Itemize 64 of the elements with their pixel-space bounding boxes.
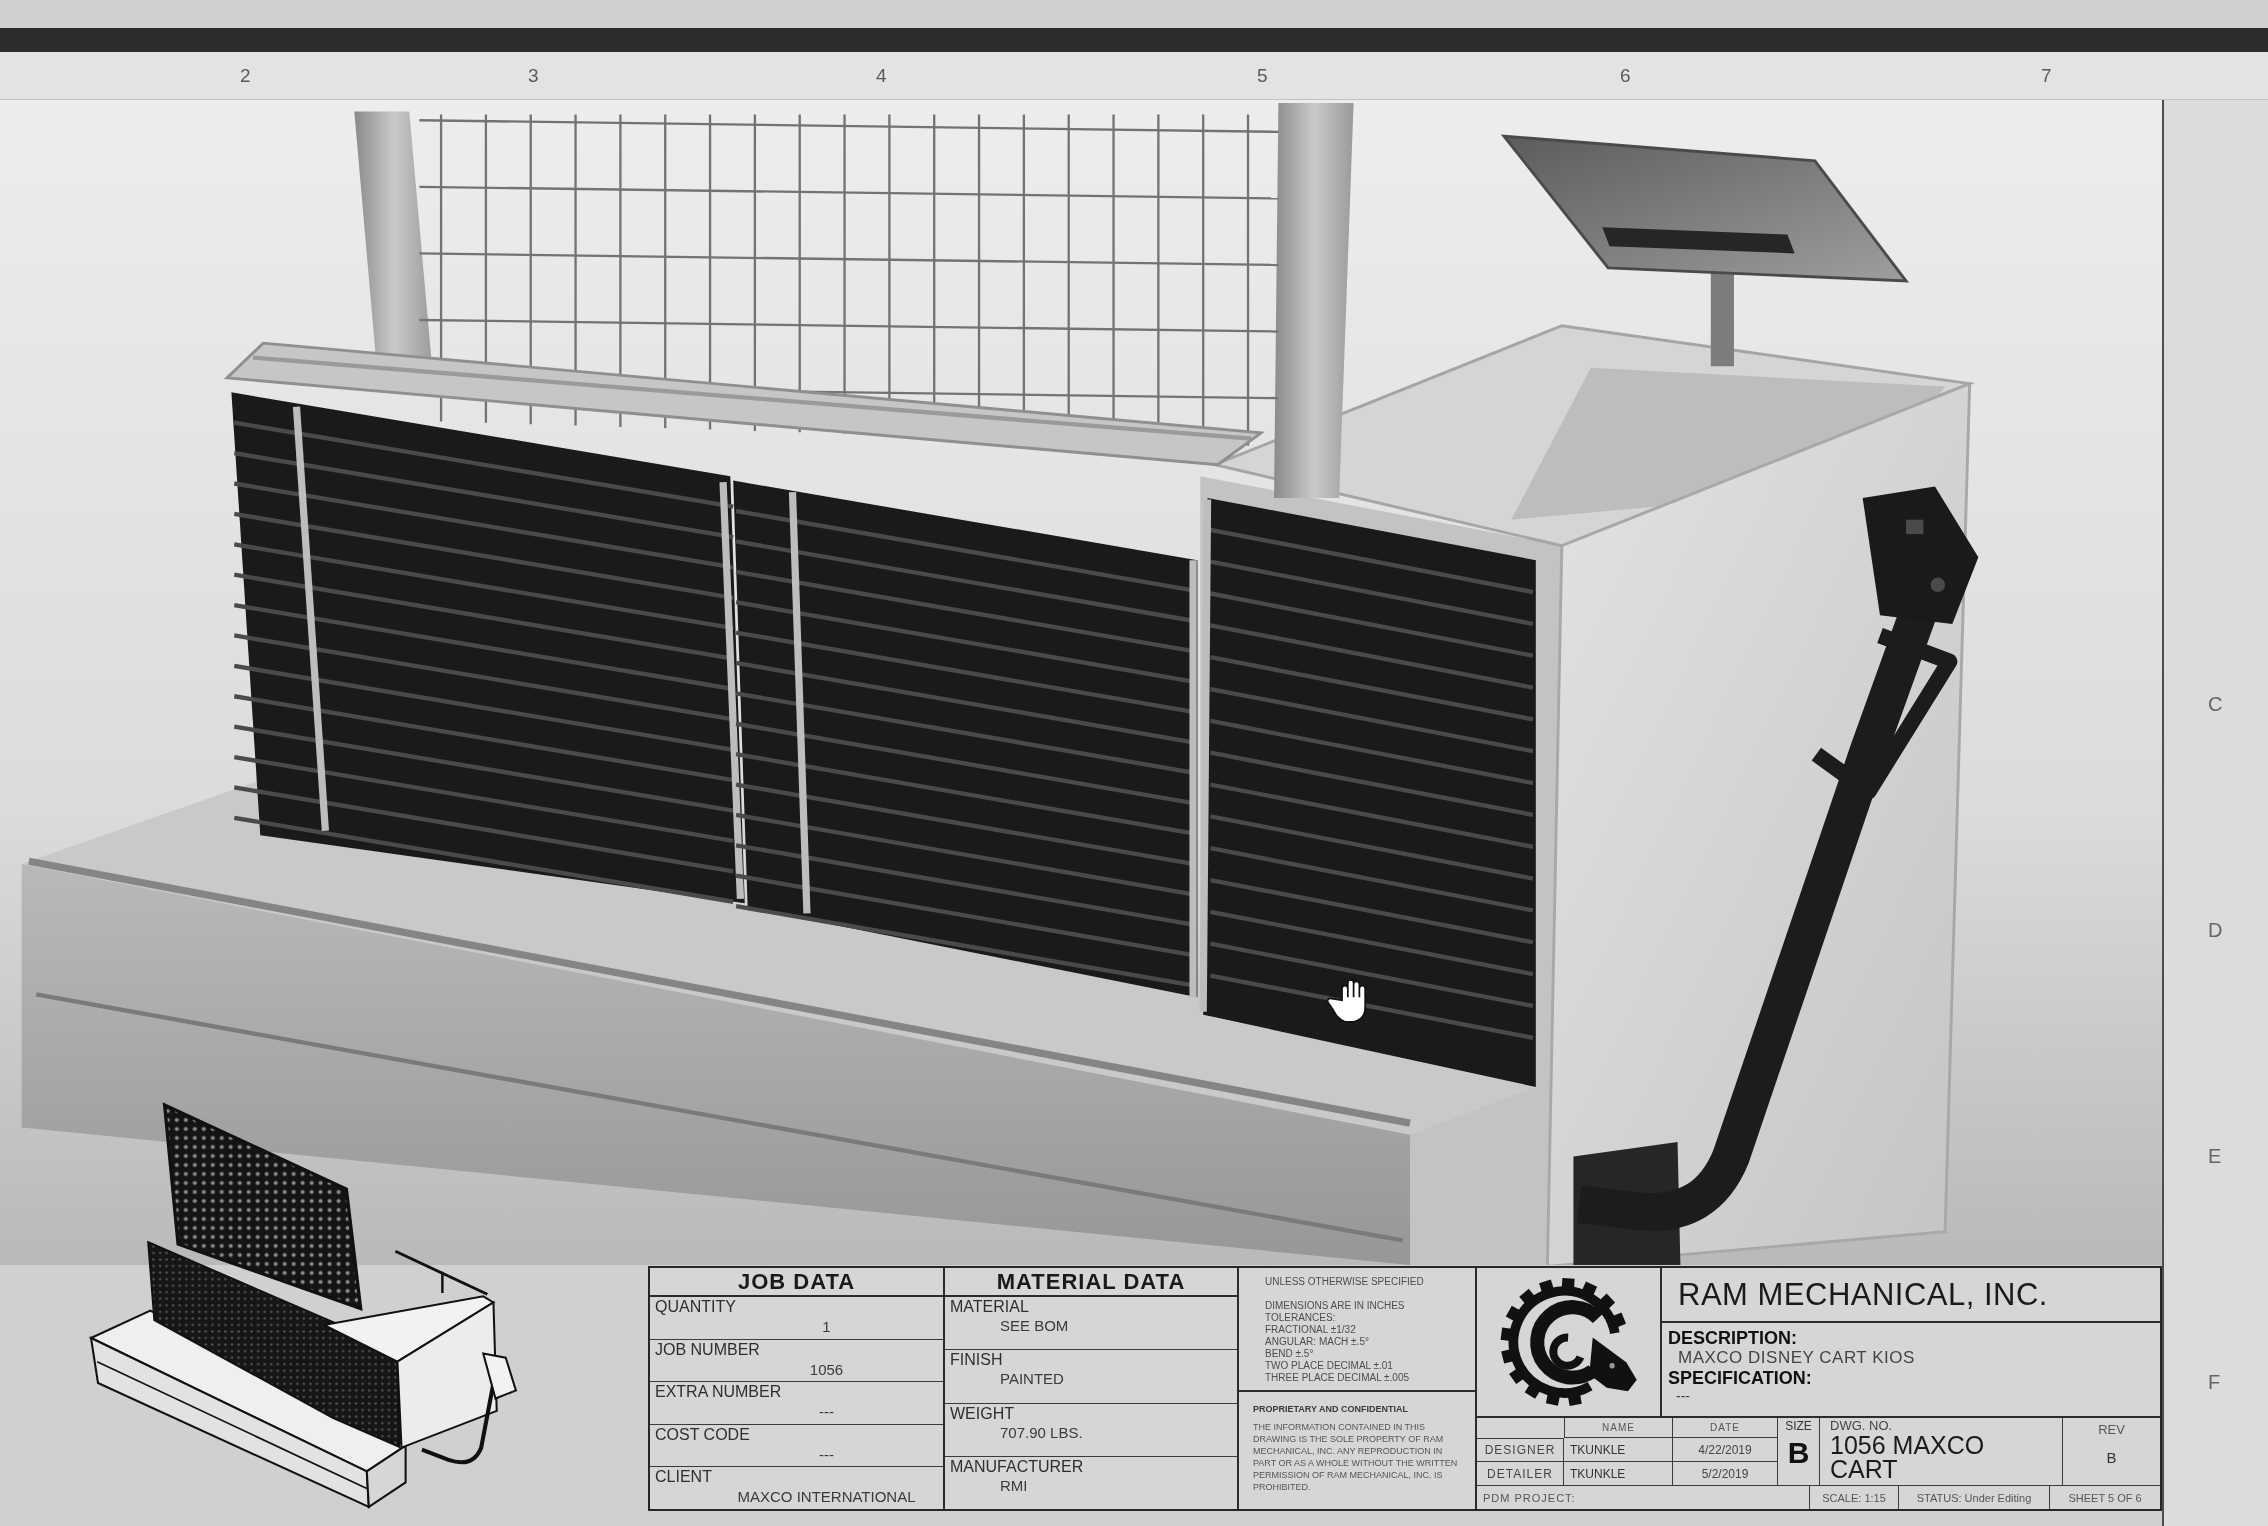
size-label: SIZE bbox=[1785, 1419, 1812, 1433]
field-value: --- bbox=[819, 1403, 834, 1421]
tolerance-line: ANGULAR: MACH ±.5° bbox=[1265, 1336, 1369, 1348]
field-label: MANUFACTURER bbox=[950, 1457, 1084, 1475]
drawing-number: 1056 MAXCO CART bbox=[1830, 1433, 1986, 1481]
zone-letter: C bbox=[2208, 692, 2223, 716]
zone-number: 3 bbox=[528, 64, 539, 87]
revision-label: REV bbox=[2098, 1422, 2125, 1437]
field-label: JOB NUMBER bbox=[655, 1340, 760, 1358]
field-value: MAXCO INTERNATIONAL bbox=[737, 1488, 916, 1506]
zone-number: 5 bbox=[1257, 64, 1268, 87]
zone-number: 2 bbox=[240, 64, 251, 87]
role-label: DETAILER bbox=[1487, 1466, 1553, 1481]
field-label: FINISH bbox=[950, 1351, 1003, 1369]
zone-letter: F bbox=[2208, 1370, 2221, 1394]
company-name: RAM MECHANICAL, INC. bbox=[1678, 1277, 2048, 1312]
tolerance-line: BEND ±.5° bbox=[1265, 1348, 1314, 1360]
section-heading: MATERIAL DATA bbox=[996, 1269, 1186, 1294]
hand-cursor-icon bbox=[1326, 979, 1367, 1023]
field-value: PAINTED bbox=[1000, 1370, 1064, 1388]
role-label: DESIGNER bbox=[1484, 1443, 1556, 1457]
tolerance-line: DIMENSIONS ARE IN INCHES bbox=[1265, 1300, 1405, 1312]
field-value: --- bbox=[819, 1445, 834, 1463]
field-label: CLIENT bbox=[655, 1468, 712, 1486]
zone-number: 7 bbox=[2041, 64, 2052, 87]
specification-label: SPECIFICATION: bbox=[1668, 1368, 1812, 1388]
field-label: QUANTITY bbox=[655, 1298, 736, 1315]
zone-letter: E bbox=[2208, 1144, 2222, 1168]
drawing-number-label: DWG. NO. bbox=[1830, 1418, 1893, 1433]
field-label: MATERIAL bbox=[950, 1298, 1029, 1315]
field-value: SEE BOM bbox=[1000, 1317, 1069, 1334]
field-label: WEIGHT bbox=[950, 1404, 1014, 1422]
status-text: STATUS: Under Editing bbox=[1916, 1491, 2032, 1504]
tolerance-heading: UNLESS OTHERWISE SPECIFIED bbox=[1265, 1276, 1424, 1288]
description-label: DESCRIPTION: bbox=[1668, 1328, 1797, 1348]
notice-heading: PROPRIETARY AND CONFIDENTIAL bbox=[1253, 1404, 1408, 1415]
tolerance-line: FRACTIONAL ±1/32 bbox=[1265, 1324, 1356, 1336]
specification-text: --- bbox=[1676, 1388, 1690, 1404]
field-value: 1056 bbox=[809, 1360, 844, 1378]
column-heading: DATE bbox=[1710, 1422, 1740, 1433]
field-value: RMI bbox=[1000, 1476, 1028, 1494]
tolerance-line: TWO PLACE DECIMAL ±.01 bbox=[1265, 1360, 1393, 1372]
revision-value: B bbox=[2106, 1449, 2117, 1466]
zone-number: 6 bbox=[1620, 64, 1631, 87]
notice-text: THE INFORMATION CONTAINED IN THIS DRAWING IS THE SOLE PROPERTY OF RAM MECHANICAL, INC. ANY REPRODUCTION IN PART OR AS A WHOLE WITHOUT THE WRITTEN PERMISSION OF RAM MECHANICAL, INC. IS PROHIBITED. bbox=[1253, 1421, 1459, 1493]
field-label: COST CODE bbox=[655, 1425, 750, 1443]
field-value: 1 bbox=[822, 1318, 831, 1335]
tolerance-line: TOLERANCES: bbox=[1265, 1312, 1336, 1324]
scale-text: SCALE: 1:15 bbox=[1822, 1491, 1886, 1504]
sheet-number: SHEET 5 OF 6 bbox=[2068, 1491, 2142, 1504]
field-label: EXTRA NUMBER bbox=[655, 1383, 782, 1401]
size-value: B bbox=[1787, 1437, 1810, 1469]
section-heading: JOB DATA bbox=[737, 1269, 856, 1294]
approval-date: 4/22/2019 bbox=[1698, 1442, 1752, 1457]
approver-name: TKUNKLE bbox=[1570, 1442, 1626, 1457]
pdm-project-label: PDM PROJECT: bbox=[1483, 1491, 1576, 1504]
description-text: MAXCO DISNEY CART KIOS bbox=[1678, 1348, 1915, 1368]
zone-letter: D bbox=[2208, 918, 2223, 942]
approver-name: TKUNKLE bbox=[1570, 1466, 1626, 1481]
zone-number: 4 bbox=[876, 64, 887, 87]
column-heading: NAME bbox=[1602, 1422, 1635, 1433]
tolerance-line: THREE PLACE DECIMAL ±.005 bbox=[1265, 1372, 1410, 1384]
approval-date: 5/2/2019 bbox=[1701, 1466, 1749, 1481]
field-value: 707.90 LBS. bbox=[1000, 1423, 1083, 1441]
